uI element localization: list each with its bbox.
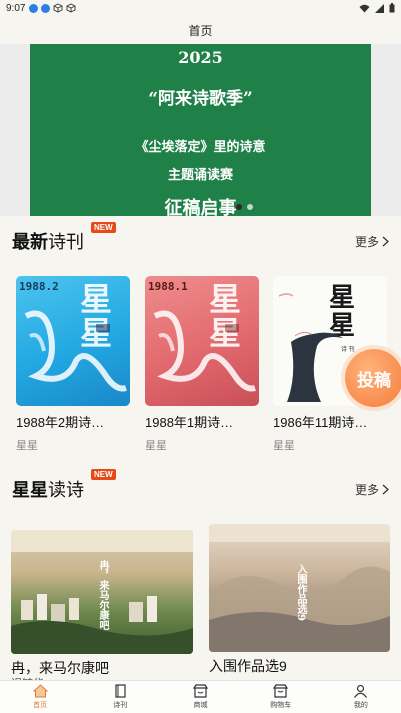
chevron-right-icon: [382, 236, 389, 246]
reading-card[interactable]: 入围作品选9 入围作品选9: [209, 524, 390, 676]
shop-icon: [193, 684, 208, 698]
book-cover: 1988.2 星星: [16, 276, 130, 406]
tab-home[interactable]: 首页: [0, 681, 80, 713]
tab-label: 诗刊: [113, 702, 128, 709]
tab-label: 我的: [353, 702, 368, 709]
reading-title-rest: 读诗: [48, 480, 84, 500]
notification-icon: [41, 3, 51, 13]
banner-headline: “阿来诗歌季”: [148, 89, 253, 109]
tab-label: 商城: [193, 702, 208, 709]
book-card[interactable]: 1988.2 星星 1988年2期诗… 星星: [16, 276, 130, 453]
wifi-icon: [359, 4, 370, 12]
book-title: 1988年2期诗…: [16, 415, 105, 430]
banner-call-to-action: 征稿启事: [164, 198, 237, 216]
new-badge: NEW: [91, 222, 116, 233]
latest-title-rest: 诗刊: [48, 232, 84, 252]
battery-icon: [389, 3, 395, 13]
book-title: 1986年11期诗…: [273, 415, 368, 430]
reading-thumbnail: 入围作品选9: [209, 524, 390, 652]
pagination-dot[interactable]: [247, 204, 253, 210]
tab-label: 购物车: [270, 702, 292, 709]
banner-subtitle-2: 主题诵读赛: [167, 168, 233, 183]
latest-title-bold: 最新: [12, 232, 48, 252]
reading-overlay-text: 冉，来马尔康吧: [97, 560, 108, 630]
banner-carousel[interactable]: 2025 “阿来诗歌季” 《尘埃落定》里的诗意 主题诵读赛 征稿启事: [30, 44, 371, 216]
book-author: 星星: [273, 440, 295, 452]
reading-title: 入围作品选9: [209, 658, 287, 674]
banner-year: 2025: [178, 48, 223, 67]
home-icon: [32, 684, 48, 698]
notification-icons: [29, 3, 76, 13]
book-card[interactable]: 1988.1 星星 1988年1期诗… 星星: [145, 276, 259, 453]
banner-pagination[interactable]: [236, 204, 253, 210]
system-icons: [359, 3, 395, 13]
cart-icon: [273, 684, 289, 698]
more-label: 更多: [354, 482, 379, 497]
book-title: 1988年1期诗…: [145, 415, 234, 430]
bottom-tab-bar: 首页 诗刊 商城 购物车 我的: [0, 680, 401, 713]
banner-subtitle: 《尘埃落定》里的诗意: [135, 140, 266, 155]
latest-more-link[interactable]: 更多: [355, 233, 389, 250]
reading-card[interactable]: 冉，来马尔康吧 冉，来马尔康吧 迟毓华: [11, 530, 193, 682]
chevron-right-icon: [382, 484, 389, 494]
notification-icon: [29, 3, 39, 13]
book-author: 星星: [16, 440, 38, 452]
more-label: 更多: [354, 234, 379, 249]
reading-thumbnail: 冉，来马尔康吧: [11, 530, 193, 654]
user-icon: [354, 684, 368, 698]
tab-shop[interactable]: 商城: [160, 681, 240, 713]
reading-section-title: 星星读诗: [12, 476, 84, 502]
status-bar: 9:07: [0, 0, 401, 16]
new-badge: NEW: [91, 469, 116, 480]
reading-more-link[interactable]: 更多: [355, 481, 389, 498]
reading-overlay-text: 入围作品选9: [295, 564, 306, 621]
book-author: 星星: [145, 440, 167, 452]
status-time: 9:07: [6, 2, 26, 14]
cube-icon: [67, 3, 76, 13]
tab-label: 首页: [33, 702, 48, 709]
cube-icon: [54, 3, 63, 13]
tab-magazine[interactable]: 诗刊: [80, 681, 160, 713]
page-title: 首页: [188, 23, 213, 38]
cover-artwork: [153, 310, 256, 392]
latest-section-header: 最新诗刊 更多: [0, 226, 401, 256]
tab-profile[interactable]: 我的: [321, 681, 401, 713]
pagination-dot[interactable]: [236, 204, 242, 210]
cover-artwork: [24, 310, 127, 392]
page-title-bar: 首页: [0, 16, 401, 44]
reading-section-header: 星星读诗 更多: [0, 474, 401, 504]
latest-section-title: 最新诗刊: [12, 228, 84, 254]
signal-icon: [375, 3, 384, 13]
submit-poem-button[interactable]: 投稿: [345, 349, 401, 407]
reading-title-bold: 星星: [12, 480, 48, 500]
tab-cart[interactable]: 购物车: [241, 681, 321, 713]
book-cover: 1988.1 星星: [145, 276, 259, 406]
book-icon: [115, 684, 126, 698]
